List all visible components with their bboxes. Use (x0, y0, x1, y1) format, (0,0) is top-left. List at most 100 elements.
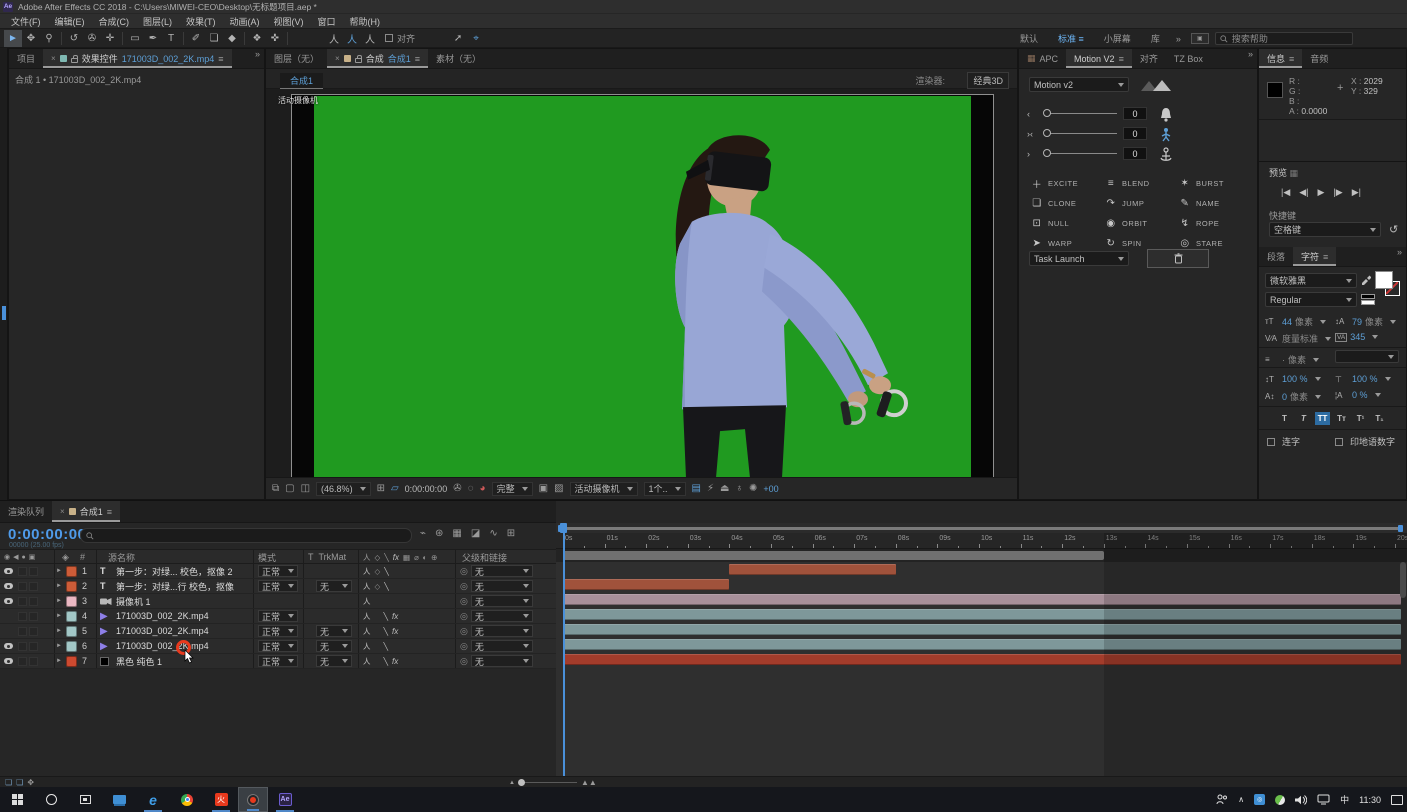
cortana-button[interactable] (34, 787, 68, 812)
menu-item-0[interactable]: 文件(F) (4, 15, 48, 28)
eye-toggle[interactable] (4, 654, 14, 668)
hide-shy-icon[interactable]: ▦ (452, 528, 461, 539)
layer-switches[interactable]: 人╲fx (363, 609, 398, 623)
layer-name[interactable]: 第一步：对绿...行 校色，抠像 (116, 579, 234, 593)
navigator-end-handle[interactable] (1398, 525, 1403, 532)
slider-mode-icon[interactable]: › (1027, 149, 1039, 159)
layer-switches[interactable]: 人╲fx (363, 654, 398, 668)
hand-tool-icon[interactable]: ✥ (22, 30, 40, 47)
trkmat-dropdown[interactable]: 无 (316, 639, 352, 653)
tab-render-queue[interactable]: 渲染队列 (0, 501, 52, 522)
weather-tray-icon[interactable] (1275, 795, 1285, 805)
char-style-button-1[interactable]: T (1296, 412, 1311, 425)
tab-comp1-timeline[interactable]: × 合成1 ≡ (52, 501, 120, 522)
network-icon[interactable] (1317, 794, 1330, 805)
panel-menu-icon[interactable]: ≡ (415, 54, 420, 64)
stroke-style-dropdown[interactable] (1335, 350, 1399, 363)
tab-align[interactable]: 对齐 (1132, 49, 1166, 68)
menu-item-8[interactable]: 帮助(H) (343, 15, 388, 28)
pen-tool-icon[interactable]: ✒ (144, 30, 162, 47)
tab-paragraph[interactable]: 段落 (1259, 247, 1293, 266)
playhead[interactable] (563, 533, 565, 776)
horizontal-scale-control[interactable]: ⊤ 100 % (1335, 374, 1391, 384)
motion-button-name[interactable]: ✎NAME (1179, 194, 1251, 212)
after-effects-taskbar-icon[interactable]: Ae (268, 787, 302, 812)
mask-toggle-icon[interactable]: ▱ (391, 483, 399, 494)
workspace-1[interactable]: 标准 ≡ (1048, 32, 1094, 45)
layer-row-6[interactable]: ►6▶171003D_002_2K.mp4正常无人╲◎无 (0, 639, 556, 654)
volume-icon[interactable] (1295, 795, 1307, 805)
blend-mode-dropdown[interactable]: 正常 (258, 624, 298, 638)
font-size-control[interactable]: тT 44 像素 (1265, 315, 1326, 328)
slider-value[interactable]: 0 (1123, 107, 1147, 120)
tab-project[interactable]: 项目 (9, 49, 43, 68)
font-style-dropdown[interactable]: Regular (1265, 292, 1357, 307)
pose-icon[interactable] (1160, 127, 1172, 143)
comp-mini-flowchart-icon[interactable]: ⌁ (420, 528, 426, 539)
swap-fill-stroke-icon[interactable] (1361, 294, 1375, 299)
panel-overflow-icon[interactable]: » (1244, 49, 1257, 68)
frame-blend-icon[interactable]: ◪ (471, 528, 480, 539)
blend-mode-dropdown[interactable]: 正常 (258, 564, 298, 578)
motion-button-jump[interactable]: ↷JUMP (1105, 194, 1177, 212)
work-area-bar[interactable] (563, 551, 1104, 560)
expand-arrow-icon[interactable]: ► (56, 564, 62, 578)
axis-local-tool-icon[interactable]: 人 (325, 30, 343, 47)
huorong-icon[interactable]: 火 (204, 787, 238, 812)
last-frame-button[interactable]: ▶| (1352, 187, 1361, 198)
vertical-scale-control[interactable]: ↕T 100 % (1265, 374, 1321, 384)
slider-thumb[interactable] (1043, 109, 1051, 117)
reset-icon[interactable]: ↺ (1389, 223, 1398, 236)
left-strip-marker[interactable] (2, 306, 6, 320)
layer-name[interactable]: 第一步：对绿... 校色，抠像 2 (116, 564, 233, 578)
eye-toggle[interactable] (4, 564, 14, 578)
lock-icon[interactable] (71, 58, 78, 63)
slider-thumb[interactable] (1043, 149, 1051, 157)
panel-menu-icon[interactable]: ≡ (107, 507, 112, 517)
edge-icon[interactable]: e (136, 787, 170, 812)
rotation-tool-icon[interactable]: ↺ (65, 30, 83, 47)
motion-button-orbit[interactable]: ◉ORBIT (1105, 214, 1177, 232)
play-button[interactable]: ▶ (1318, 187, 1325, 198)
grid-guides-icon[interactable]: ⊞ (377, 483, 385, 494)
trkmat-dropdown[interactable]: 无 (316, 579, 352, 593)
prev-frame-button[interactable]: ◀| (1299, 187, 1308, 198)
expand-arrow-icon[interactable]: ► (56, 624, 62, 638)
default-fill-stroke-icon[interactable] (1361, 300, 1375, 305)
tracking-control[interactable]: VA 345 (1335, 332, 1378, 342)
tab-tzbox[interactable]: TZ Box (1166, 49, 1211, 68)
slider-mode-icon[interactable]: ‹ (1027, 109, 1039, 119)
layer-switches[interactable]: 人◇╲ (363, 564, 389, 578)
motion-button-blend[interactable]: ≡BLEND (1105, 174, 1177, 192)
tab-layer[interactable]: 图层（无） (266, 49, 327, 68)
tab-audio[interactable]: 音频 (1302, 49, 1336, 68)
label-color-box[interactable] (66, 581, 77, 592)
slider-mode-icon[interactable]: ›‹ (1027, 129, 1039, 139)
workspace-3[interactable]: 库 (1141, 32, 1170, 45)
layer-switches[interactable]: 人 (363, 594, 380, 608)
action-center-icon[interactable] (1391, 795, 1403, 805)
layer-name[interactable]: 摄像机 1 (116, 594, 151, 608)
tab-motion-v2[interactable]: Motion V2≡ (1066, 49, 1132, 68)
label-color-box[interactable] (66, 596, 77, 607)
lock-icon[interactable] (355, 58, 362, 63)
expand-arrow-icon[interactable]: ► (56, 579, 62, 593)
mode-column[interactable]: 模式 (258, 550, 276, 564)
layer-name[interactable]: 171003D_002_2K.mp4 (116, 609, 209, 623)
exposure-value[interactable]: +00 (763, 484, 778, 494)
selection-tool-icon[interactable]: ► (4, 30, 22, 47)
timeline-search-input[interactable] (80, 528, 412, 543)
fast-previews-icon[interactable]: ⚡ (707, 483, 714, 494)
draft-3d-icon[interactable]: ⊛ (435, 528, 443, 539)
layer-name[interactable]: 171003D_002_2K.mp4 (116, 624, 209, 638)
menu-item-6[interactable]: 视图(V) (267, 15, 311, 28)
menu-item-7[interactable]: 窗口 (311, 15, 343, 28)
shortcut-dropdown[interactable]: 空格键 (1269, 222, 1381, 237)
motion-button-rope[interactable]: ↯ROPE (1179, 214, 1251, 232)
motion-button-excite[interactable]: ＋EXCITE (1031, 174, 1103, 192)
task-view-button[interactable] (68, 787, 102, 812)
tsume-control[interactable]: ¦A 0 % (1335, 390, 1381, 400)
stroke-width-control[interactable]: ≡ · 像素 (1265, 353, 1319, 366)
tab-apc[interactable]: ▦APC (1019, 49, 1066, 68)
fill-color-swatch[interactable] (1375, 271, 1393, 289)
